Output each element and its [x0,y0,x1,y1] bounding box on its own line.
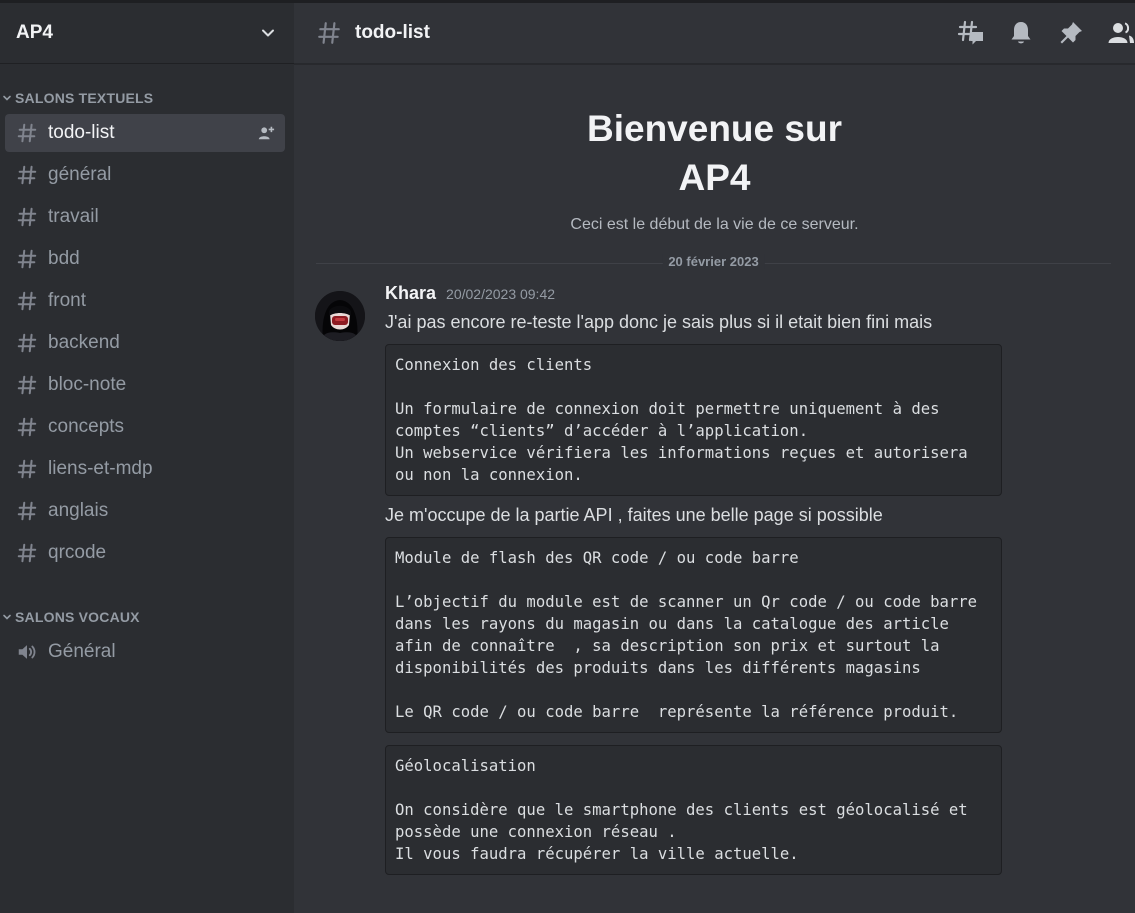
channel-item-anglais[interactable]: anglais [5,492,285,530]
avatar[interactable] [315,291,365,341]
server-name: AP4 [16,22,53,43]
welcome-title-line1: Bienvenue sur [587,108,842,149]
hashtag-icon [17,375,37,395]
channel-item-bloc-note[interactable]: bloc-note [5,366,285,404]
message-text: Je m'occupe de la partie API , faites un… [385,505,883,525]
channel-item-liens-et-mdp[interactable]: liens-et-mdp [5,450,285,488]
channel-label: concepts [48,416,125,437]
category-text-channels[interactable]: SALONS TEXTUELS [0,87,294,109]
chevron-down-icon [3,95,11,101]
channel-item-front[interactable]: front [5,282,285,320]
welcome-subtitle: Ceci est le début de la vie de ce serveu… [570,216,859,233]
channel-item-general[interactable]: général [5,156,285,194]
header-toolbar [935,19,1135,47]
code-block: Connexion des clients Un formulaire de c… [385,344,1002,496]
channel-label: bloc-note [48,374,127,395]
message-header: Khara 20/02/2023 09:42 [385,283,1135,307]
channel-item-concepts[interactable]: concepts [5,408,285,446]
channel-item-travail[interactable]: travail [5,198,285,236]
channel-header: todo-list [294,3,1135,64]
message-text: J'ai pas encore re-teste l'app donc je s… [385,312,933,332]
server-header[interactable]: AP4 [0,3,294,64]
add-member-icon[interactable] [257,124,275,142]
channel-item-backend[interactable]: backend [5,324,285,362]
channel-label: travail [48,206,99,227]
hashtag-icon [17,417,37,437]
welcome-title: Bienvenue sur AP4 [294,104,1135,202]
hashtag-icon [17,543,37,563]
hashtag-icon [17,333,37,353]
avatar-image [315,291,365,341]
channel-title: todo-list [355,22,430,43]
hashtag-icon [17,165,37,185]
channel-item-qrcode[interactable]: qrcode [5,534,285,572]
channel-sidebar: AP4 SALONS TEXTUELS todo-list général tr… [0,3,294,913]
channel-label: bdd [48,248,80,269]
channel-item-todo-list[interactable]: todo-list [5,114,285,152]
category-label: SALONS VOCAUX [15,609,140,625]
members-icon[interactable] [1107,19,1135,47]
hashtag-icon [17,459,37,479]
chevron-down-icon [3,614,11,620]
date-divider: 20 février 2023 [316,253,1111,273]
welcome-title-line2: AP4 [678,157,751,198]
channel-label: backend [48,332,120,353]
welcome-section: Bienvenue sur AP4 Ceci est le début de l… [294,104,1135,234]
hashtag-icon [17,291,37,311]
message: Khara 20/02/2023 09:42 J'ai pas encore r… [294,283,1135,875]
category-voice-channels[interactable]: SALONS VOCAUX [0,606,294,628]
hashtag-icon [17,501,37,521]
channel-label: général [48,164,112,185]
pin-icon[interactable] [1057,19,1085,47]
channel-label: liens-et-mdp [48,458,153,479]
threads-icon[interactable] [957,19,985,47]
bell-icon[interactable] [1007,19,1035,47]
speaker-icon [18,645,36,659]
channel-label: qrcode [48,542,107,563]
message-timestamp: 20/02/2023 09:42 [446,286,556,302]
channel-label: Général [48,641,116,662]
chat-area: todo-list Bienvenue sur AP4 Ceci est le … [294,3,1135,913]
chevron-down-icon [262,29,274,37]
channel-label: todo-list [48,122,115,143]
hashtag-icon [17,123,37,143]
hashtag-icon [318,22,340,44]
author-name[interactable]: Khara [385,283,436,304]
voice-channel-general[interactable]: Général [5,633,285,671]
channel-item-bdd[interactable]: bdd [5,240,285,278]
channel-label: front [48,290,87,311]
code-block: Module de flash des QR code / ou code ba… [385,537,1002,733]
hashtag-icon [17,249,37,269]
hashtag-icon [17,207,37,227]
divider-date: 20 février 2023 [662,254,765,269]
category-label: SALONS TEXTUELS [15,90,154,106]
code-block: Géolocalisation On considère que le smar… [385,745,1002,875]
channel-label: anglais [48,500,109,521]
